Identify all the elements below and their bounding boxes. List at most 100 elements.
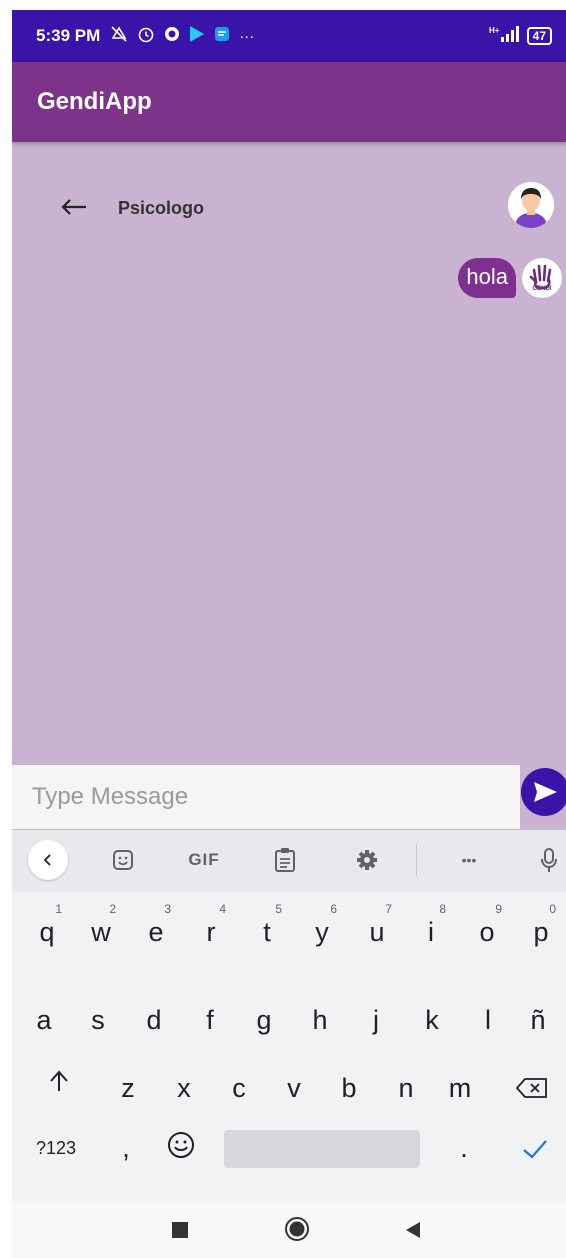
- recents-button[interactable]: [170, 1220, 190, 1245]
- key-q[interactable]: q1: [34, 902, 62, 952]
- status-icons: ···: [110, 25, 254, 47]
- key-t[interactable]: t5: [254, 902, 282, 952]
- key-w[interactable]: w2: [88, 902, 116, 952]
- key-a[interactable]: a: [30, 1000, 58, 1040]
- key-hint: 1: [55, 902, 62, 916]
- message-row: hola GENDI: [458, 258, 562, 298]
- emoji-key[interactable]: [164, 1130, 198, 1171]
- gendi-logo-text: GENDI: [532, 286, 552, 292]
- key-m[interactable]: m: [446, 1068, 474, 1108]
- key-f[interactable]: f: [196, 1000, 224, 1040]
- key-z[interactable]: z: [114, 1068, 142, 1108]
- key-n-tilde[interactable]: ñ: [524, 1000, 552, 1040]
- key-label: o: [479, 917, 495, 947]
- toolbar-divider: [416, 844, 417, 876]
- settings-gear-icon[interactable]: [352, 844, 382, 876]
- network-type: H+: [489, 26, 500, 35]
- app-title: GendiApp: [37, 88, 152, 115]
- symbols-key[interactable]: ?123: [32, 1128, 80, 1168]
- more-options-icon[interactable]: •••: [452, 844, 486, 876]
- key-hint: 7: [385, 902, 392, 916]
- composer-bar: [12, 765, 520, 829]
- key-label: u: [369, 917, 385, 947]
- send-icon: [534, 782, 557, 802]
- app-notification-icon: [164, 26, 180, 46]
- key-d[interactable]: d: [140, 1000, 168, 1040]
- chat-header: Psicologo: [12, 180, 566, 240]
- key-s[interactable]: s: [84, 1000, 112, 1040]
- triangle-back-icon: [406, 1222, 420, 1238]
- key-hint: 8: [439, 902, 446, 916]
- sticker-icon[interactable]: [108, 844, 138, 876]
- key-c[interactable]: c: [225, 1068, 253, 1108]
- back-button[interactable]: [404, 1220, 422, 1245]
- system-nav-bar: [12, 1202, 566, 1258]
- clipboard-icon[interactable]: [270, 844, 300, 876]
- microphone-icon[interactable]: [534, 844, 564, 876]
- app-bar: GendiApp: [12, 62, 566, 142]
- phone-screen: 5:39 PM ··· H+ 47 GendiApp Psicologo hol…: [12, 10, 566, 1258]
- key-x[interactable]: x: [170, 1068, 198, 1108]
- message-bubble[interactable]: hola: [458, 258, 516, 298]
- home-button[interactable]: [284, 1216, 310, 1247]
- key-label: i: [428, 917, 434, 947]
- key-hint: 2: [109, 902, 116, 916]
- key-hint: 9: [495, 902, 502, 916]
- key-l[interactable]: l: [474, 1000, 502, 1040]
- circle-icon: [285, 1217, 309, 1241]
- key-g[interactable]: g: [250, 1000, 278, 1040]
- contact-avatar[interactable]: [508, 182, 554, 228]
- backspace-key[interactable]: [512, 1070, 552, 1110]
- key-u[interactable]: u7: [364, 902, 392, 952]
- status-time: 5:39 PM: [36, 26, 101, 45]
- key-y[interactable]: y6: [309, 902, 337, 952]
- status-right: H+ 47: [489, 25, 552, 48]
- battery-indicator: 47: [526, 27, 552, 45]
- key-label: t: [263, 917, 271, 947]
- key-b[interactable]: b: [335, 1068, 363, 1108]
- key-hint: 6: [330, 902, 337, 916]
- key-hint: 3: [164, 902, 171, 916]
- key-label: y: [315, 917, 329, 947]
- key-p[interactable]: p0: [528, 902, 556, 952]
- mute-icon: [110, 25, 128, 47]
- key-o[interactable]: o9: [474, 902, 502, 952]
- checkmark-icon: [523, 1140, 547, 1159]
- message-input[interactable]: [12, 765, 492, 829]
- keyboard-collapse-button[interactable]: [28, 840, 68, 880]
- play-store-icon: [189, 25, 205, 47]
- send-button[interactable]: [521, 768, 566, 816]
- key-v[interactable]: v: [280, 1068, 308, 1108]
- status-bar: 5:39 PM ··· H+ 47: [12, 10, 566, 62]
- chevron-left-icon: [43, 854, 51, 866]
- shift-arrow-icon: [50, 1070, 68, 1091]
- spacebar[interactable]: [224, 1130, 420, 1168]
- key-label: w: [91, 917, 111, 947]
- message-app-icon: [214, 26, 230, 46]
- backspace-icon: [515, 1078, 547, 1098]
- done-key[interactable]: [518, 1132, 552, 1172]
- contact-name: Psicologo: [118, 198, 205, 218]
- emoji-icon: [168, 1132, 194, 1158]
- key-hint: 5: [275, 902, 282, 916]
- alarm-icon: [137, 25, 155, 47]
- key-k[interactable]: k: [418, 1000, 446, 1040]
- period-key[interactable]: .: [454, 1128, 474, 1168]
- key-j[interactable]: j: [362, 1000, 390, 1040]
- key-hint: 4: [219, 902, 226, 916]
- keyboard: GIF ••• q1 w2 e3 r4 t5 y6 u7 i8 o9 p0 a …: [12, 830, 566, 1202]
- gendi-logo: GENDI: [522, 258, 562, 298]
- back-arrow-icon[interactable]: [60, 188, 88, 228]
- more-notifications-icon: ···: [239, 27, 255, 45]
- key-e[interactable]: e3: [143, 902, 171, 952]
- key-r[interactable]: r4: [198, 902, 227, 952]
- comma-key[interactable]: ,: [116, 1128, 136, 1168]
- gif-button[interactable]: GIF: [182, 844, 226, 876]
- key-i[interactable]: i8: [418, 902, 446, 952]
- square-icon: [172, 1222, 188, 1238]
- key-n[interactable]: n: [392, 1068, 420, 1108]
- shift-key[interactable]: [42, 1064, 76, 1104]
- key-hint: 0: [549, 902, 556, 916]
- key-h[interactable]: h: [306, 1000, 334, 1040]
- key-label: r: [206, 917, 216, 947]
